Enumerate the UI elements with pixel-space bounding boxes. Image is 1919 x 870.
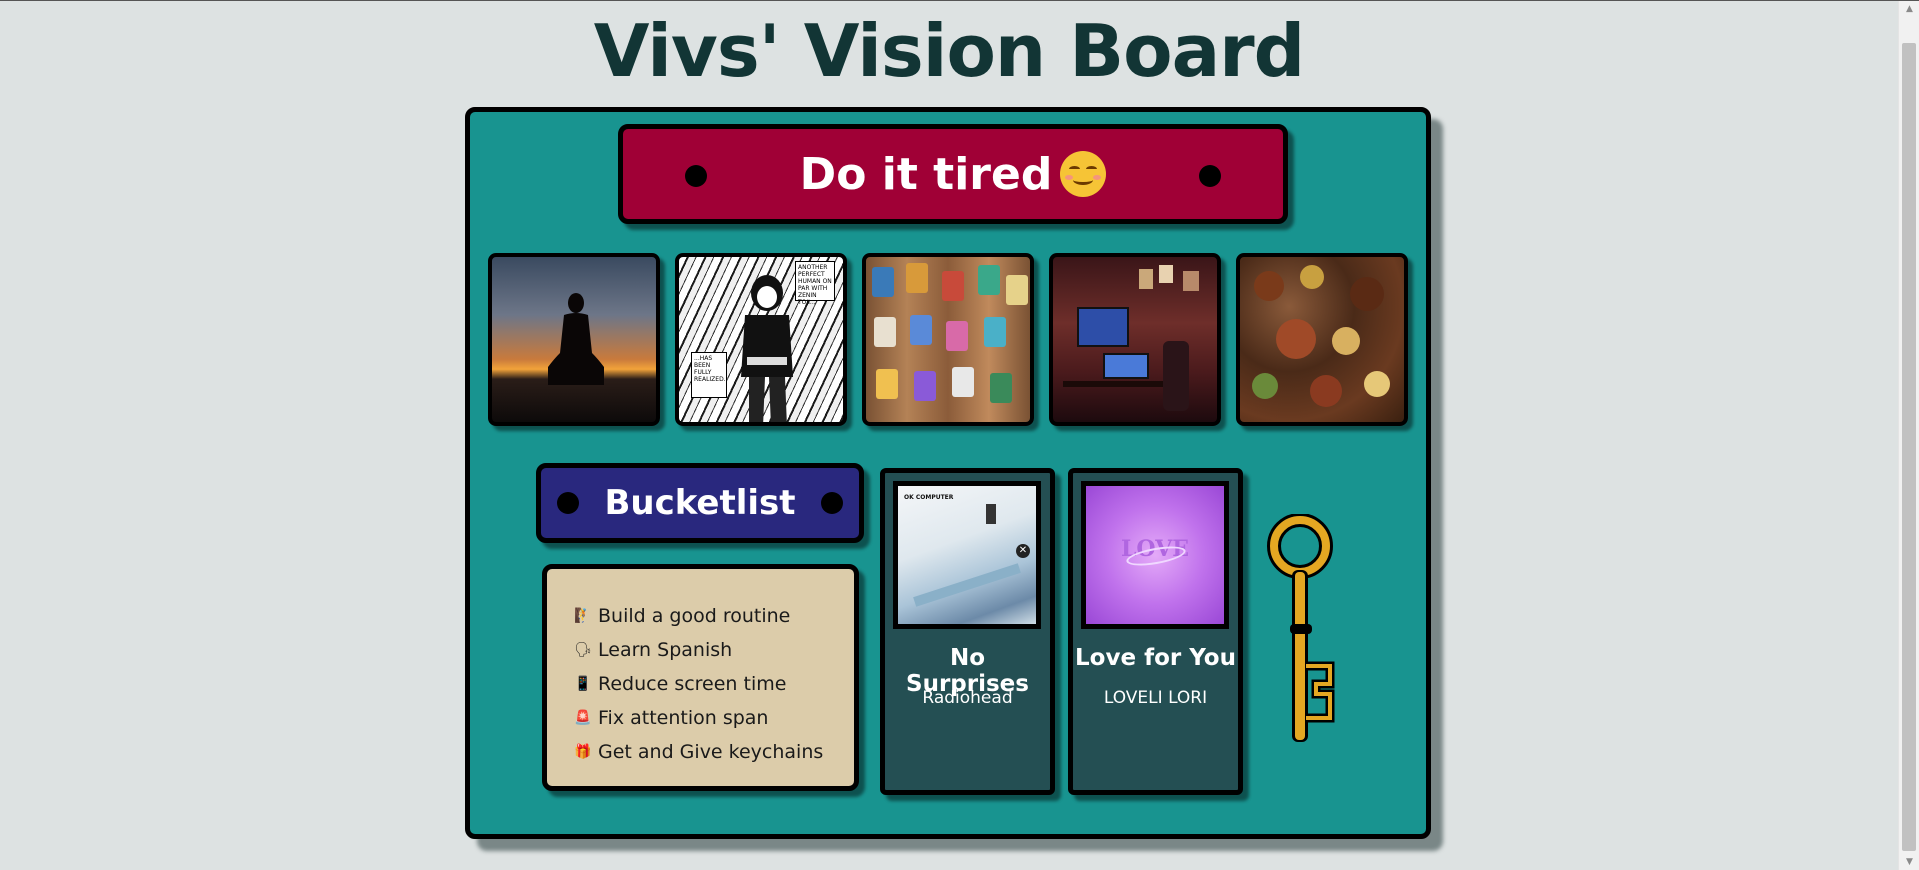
- pin-hole-icon: [821, 492, 843, 514]
- mobile-phone-icon: 📱: [574, 676, 592, 692]
- gift-icon: 🎁: [574, 744, 592, 760]
- song-artist: LOVELI LORI: [1103, 688, 1208, 708]
- page-title: Vivs' Vision Board: [593, 9, 1305, 93]
- photo-mugs: [862, 253, 1034, 426]
- photo-desk-setup: [1049, 253, 1221, 426]
- pin-hole-icon: [557, 492, 579, 514]
- meditating-silhouette-icon: [548, 293, 604, 385]
- speech-bubble: ANOTHER PERFECT HUMAN ON PAR WITH ZENIN …: [795, 261, 835, 306]
- song-card[interactable]: OK COMPUTER ✕ No Surprises Radiohead: [880, 468, 1055, 795]
- motto-text: Do it tired: [799, 148, 1053, 200]
- list-item: 🧗 Build a good routine: [574, 599, 854, 633]
- photo-meditation: [488, 253, 660, 426]
- speaking-head-icon: 🗣: [574, 642, 592, 658]
- bucketlist-card: 🧗 Build a good routine 🗣 Learn Spanish 📱 Re…: [542, 564, 859, 791]
- speech-bubble: ...HAS BEEN FULLY REALIZED.: [691, 352, 727, 398]
- album-cover-text: OK COMPUTER: [904, 494, 954, 501]
- climbing-icon: 🧗: [574, 608, 592, 624]
- song-card[interactable]: LOVE Love for You LOVELI LORI: [1068, 468, 1243, 795]
- song-artist: Radiohead: [922, 688, 1013, 708]
- bucketlist-tag: Bucketlist: [536, 463, 864, 543]
- bucketlist-title: Bucketlist: [604, 483, 796, 523]
- photo-manga-panel: ANOTHER PERFECT HUMAN ON PAR WITH ZENIN …: [675, 253, 847, 426]
- motto-banner: Do it tired: [618, 124, 1288, 224]
- album-cover: LOVE: [1081, 481, 1229, 629]
- album-cover: OK COMPUTER ✕: [893, 481, 1041, 629]
- vertical-scrollbar[interactable]: ▲ ▼: [1898, 1, 1919, 870]
- vision-board: Do it tired ANOTHER PERFECT HUMAN ON PAR…: [465, 107, 1431, 839]
- siren-icon: 🚨: [574, 710, 592, 726]
- list-item: 🗣 Learn Spanish: [574, 633, 854, 667]
- golden-key-icon: [1267, 514, 1335, 742]
- pin-hole-icon: [1199, 165, 1221, 187]
- photo-food-spread: [1236, 253, 1408, 426]
- scroll-up-arrow-icon[interactable]: ▲: [1899, 1, 1919, 18]
- list-item: 🎁 Get and Give keychains: [574, 735, 854, 769]
- list-item: 🚨 Fix attention span: [574, 701, 854, 735]
- list-item: 📱 Reduce screen time: [574, 667, 854, 701]
- scrollbar-thumb[interactable]: [1902, 43, 1916, 851]
- pin-hole-icon: [685, 165, 707, 187]
- smiling-face-emoji-icon: [1060, 151, 1107, 197]
- scroll-down-arrow-icon[interactable]: ▼: [1899, 854, 1919, 870]
- song-title: Love for You: [1075, 645, 1236, 671]
